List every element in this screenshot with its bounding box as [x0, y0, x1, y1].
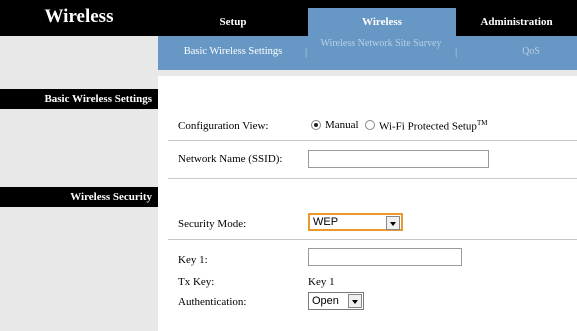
- config-manual-radio[interactable]: [311, 120, 321, 130]
- subnav-separator: |: [305, 46, 308, 58]
- authentication-label: Authentication:: [178, 296, 247, 308]
- config-wps-radio[interactable]: [365, 120, 375, 130]
- config-manual-label: Manual: [325, 119, 359, 131]
- tab-setup[interactable]: Setup: [158, 8, 308, 36]
- subnav-separator: |: [455, 46, 458, 58]
- chevron-down-icon[interactable]: [386, 216, 400, 230]
- authentication-select[interactable]: Open: [308, 292, 364, 310]
- subnav-basic-wireless-settings[interactable]: Basic Wireless Settings: [175, 44, 291, 60]
- config-wps-label: Wi-Fi Protected SetupTM: [379, 119, 487, 133]
- trademark-superscript: TM: [476, 119, 488, 127]
- subnav-qos[interactable]: QoS: [506, 44, 556, 60]
- divider: [168, 239, 577, 240]
- tab-administration[interactable]: Administration: [456, 8, 577, 36]
- divider: [168, 178, 577, 179]
- tab-wireless[interactable]: Wireless: [308, 8, 456, 36]
- subnav-site-survey[interactable]: Wireless Network Site Survey: [318, 38, 444, 50]
- page-title: Wireless: [44, 6, 114, 27]
- txkey-value: Key 1: [308, 276, 335, 288]
- security-mode-value: WEP: [313, 216, 339, 228]
- divider: [168, 140, 577, 141]
- main-panel: [158, 76, 577, 331]
- config-view-label: Configuration View:: [178, 120, 269, 132]
- security-mode-label: Security Mode:: [178, 218, 247, 230]
- ssid-label: Network Name (SSID):: [178, 153, 283, 165]
- ssid-input[interactable]: [308, 150, 489, 168]
- txkey-label: Tx Key:: [178, 276, 215, 288]
- config-wps-text: Wi-Fi Protected Setup: [379, 120, 477, 133]
- security-mode-select[interactable]: WEP: [308, 213, 403, 231]
- section-header-security: Wireless Security: [0, 187, 158, 207]
- key1-label: Key 1:: [178, 254, 208, 266]
- chevron-down-icon[interactable]: [348, 294, 362, 308]
- section-header-basic: Basic Wireless Settings: [0, 89, 158, 109]
- authentication-value: Open: [312, 295, 339, 307]
- key1-input[interactable]: [308, 248, 462, 266]
